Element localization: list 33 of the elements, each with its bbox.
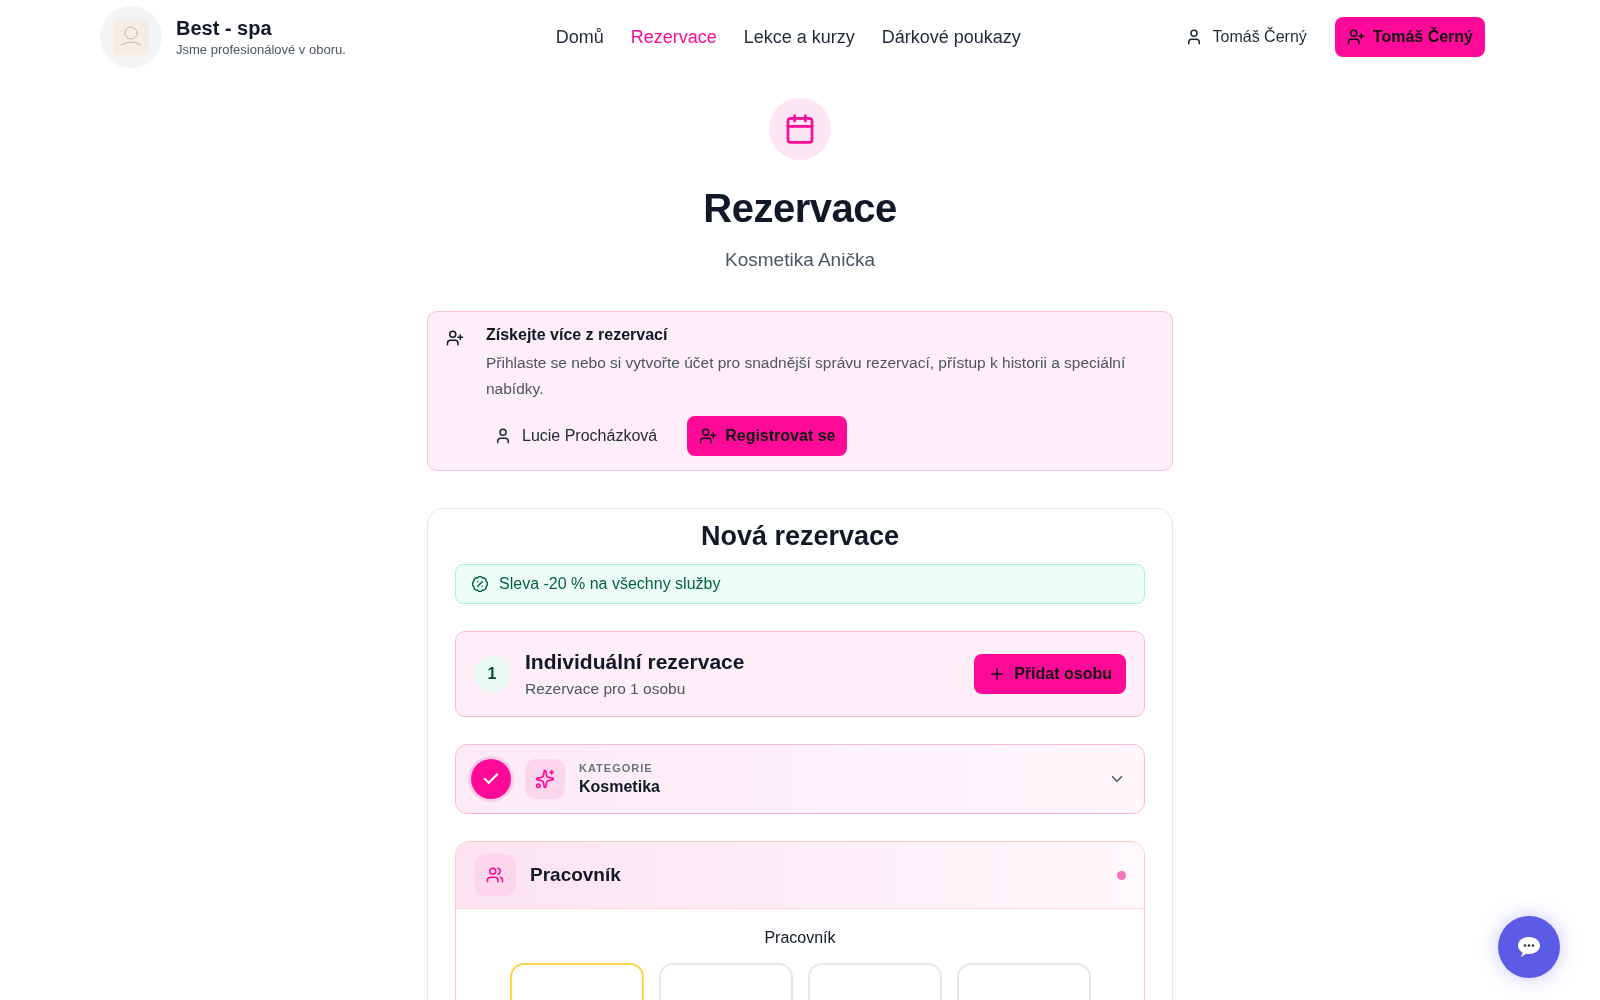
nav-link[interactable]: Rezervace (630, 26, 717, 48)
brand-tagline: Jsme profesionálové v oboru. (176, 42, 346, 57)
step-label: KATEGORIE (579, 762, 654, 774)
brand-name: Best - spa (176, 17, 273, 40)
login-link[interactable]: Tomáš Černý (1176, 20, 1315, 54)
chat-button[interactable] (1498, 916, 1560, 978)
page-title: Rezervace (703, 186, 897, 231)
user-icon (494, 427, 512, 445)
group-subtitle: Rezervace pro 1 osobu (525, 680, 687, 698)
nav-link[interactable]: Domů (555, 26, 604, 48)
category-step[interactable]: KATEGORIE Kosmetika (455, 744, 1145, 814)
register-button[interactable]: Tomáš Černý (1334, 17, 1485, 57)
page-subtitle: Kosmetika Anička (725, 249, 875, 271)
user-plus-icon (446, 329, 464, 347)
panel-title: Pracovník (530, 864, 622, 886)
users-icon (474, 854, 516, 896)
user-plus-icon (1346, 28, 1365, 46)
user-plus-icon (699, 427, 718, 445)
card-title: Nová rezervace (699, 521, 901, 552)
count-badge: 1 (474, 656, 510, 692)
register-button[interactable]: Registrovat se (687, 416, 848, 456)
login-link[interactable]: Lucie Procházková (486, 419, 666, 453)
notice-title: Získejte více z rezervací (486, 326, 669, 344)
nav-link[interactable]: Lekce a kurzy (743, 26, 855, 48)
nav-link[interactable]: Dárkové poukazy (881, 26, 1021, 48)
sparkles-icon (525, 759, 565, 799)
discount-banner: Sleva -20 % na všechny služby (455, 564, 1145, 604)
step-value: Kosmetika (579, 778, 661, 796)
section-label: Pracovník (764, 929, 836, 947)
add-person-button[interactable]: Přidat osobu (974, 654, 1126, 694)
chat-bubble-icon (1516, 935, 1542, 959)
notice-text: Přihlaste se nebo si vytvořte účet pro snadnější správu rezervací, přístup k historii a speciální nabídky. (486, 353, 1127, 399)
group-title: Individuální rezervace (525, 650, 746, 674)
